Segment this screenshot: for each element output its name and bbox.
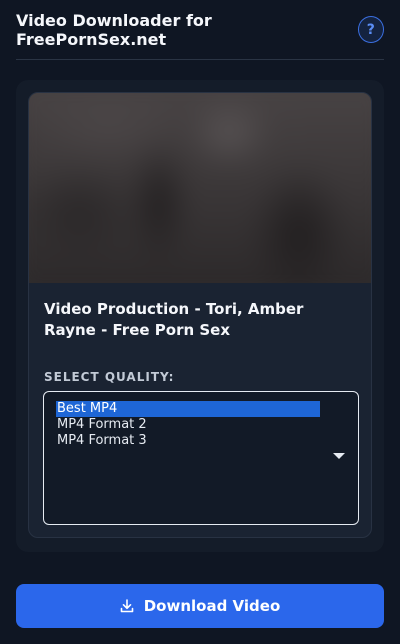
quality-option-best-mp4[interactable]: Best MP4 (56, 401, 320, 417)
quality-option-mp4-format-3[interactable]: MP4 Format 3 (56, 433, 320, 449)
download-button-label: Download Video (143, 597, 281, 615)
question-icon: ? (366, 21, 375, 38)
video-thumbnail (29, 93, 371, 283)
quality-label: SELECT QUALITY: (44, 370, 175, 384)
header: Video Downloader for FreePornSex.net ? (16, 0, 384, 60)
app-title: Video Downloader for FreePornSex.net (16, 10, 212, 49)
chevron-down-icon[interactable] (333, 453, 345, 459)
quality-option-mp4-format-2[interactable]: MP4 Format 2 (56, 417, 320, 433)
download-icon (120, 599, 134, 613)
video-title: Video Production - Tori, Amber Rayne - F… (44, 300, 304, 339)
video-card: Video Production - Tori, Amber Rayne - F… (28, 92, 372, 538)
quality-select[interactable]: Best MP4 MP4 Format 2 MP4 Format 3 (43, 391, 359, 525)
download-video-button[interactable]: Download Video (16, 584, 384, 628)
content-panel: Video Production - Tori, Amber Rayne - F… (16, 80, 384, 552)
help-button[interactable]: ? (357, 16, 384, 43)
thumbnail-image (29, 93, 371, 283)
